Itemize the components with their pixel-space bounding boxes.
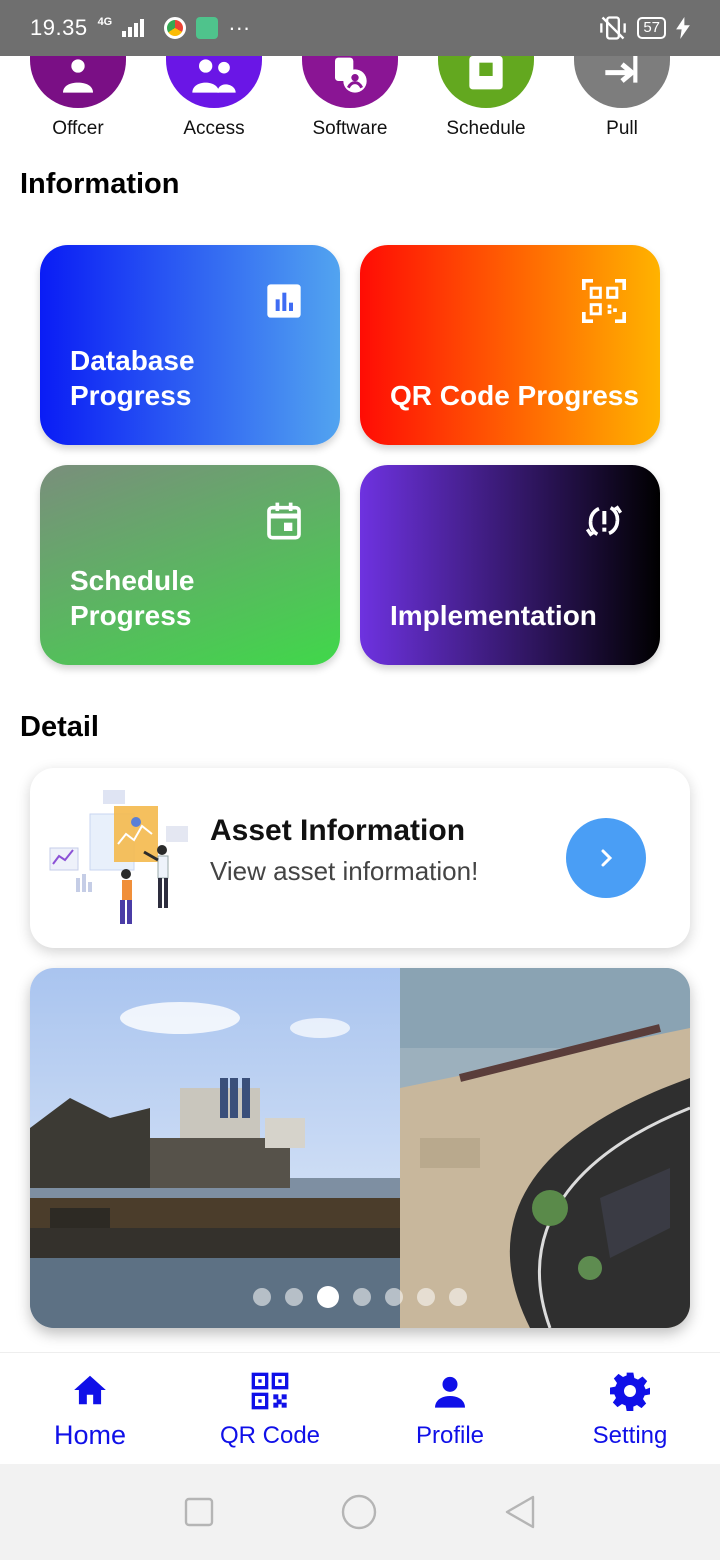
carousel-dot-active[interactable]	[317, 1286, 339, 1308]
back-system-button[interactable]	[503, 1494, 537, 1530]
schedule-progress-card[interactable]: Schedule Progress	[40, 465, 340, 665]
gear-icon	[610, 1372, 650, 1411]
battery-level: 57	[637, 17, 666, 39]
asset-open-button[interactable]	[566, 818, 646, 898]
nav-label: QR Code	[219, 1422, 321, 1449]
carousel-dot[interactable]	[253, 1288, 271, 1306]
image-carousel[interactable]	[30, 968, 690, 1328]
card-title: QR Code Progress	[390, 380, 639, 411]
profile-icon	[435, 1376, 465, 1408]
carousel-slide-port-image	[400, 968, 690, 1328]
card-title: Schedule Progress	[70, 565, 195, 631]
nav-qr-code[interactable]: QR Code	[180, 1353, 360, 1464]
carousel-dot[interactable]	[449, 1288, 467, 1306]
qr-code-icon	[251, 1372, 289, 1410]
carousel-indicator	[30, 1286, 690, 1308]
silent-icon	[600, 16, 627, 40]
category-label: Pull	[606, 118, 638, 139]
home-system-button[interactable]	[340, 1493, 378, 1531]
category-label: Access	[183, 118, 245, 139]
sync-problem-icon	[585, 505, 623, 537]
chrome-icon	[164, 17, 187, 39]
card-title: Database Progress	[70, 345, 195, 411]
recent-apps-button[interactable]	[183, 1496, 215, 1528]
asset-title: Asset Information	[210, 814, 466, 847]
nav-home[interactable]: Home	[0, 1353, 180, 1464]
card-title: Implementation	[390, 600, 597, 631]
qr-scan-icon	[582, 279, 626, 323]
system-navigation-bar	[0, 1464, 720, 1560]
qr-code-progress-card[interactable]: QR Code Progress	[360, 245, 660, 445]
charging-icon	[676, 17, 690, 39]
network-type: 4G	[97, 16, 113, 28]
implementation-card[interactable]: Implementation	[360, 465, 660, 665]
section-title-information: Information	[20, 168, 180, 200]
bar-chart-icon	[267, 284, 301, 318]
carousel-dot[interactable]	[353, 1288, 371, 1306]
more-notifications-icon: ···	[228, 15, 251, 40]
carousel-dot[interactable]	[417, 1288, 435, 1306]
bottom-navigation: Home QR Code Profile Setting	[0, 1352, 720, 1464]
home-screen: Offcer Access Software Schedule Pull 19.…	[0, 0, 720, 1560]
nav-label: Profile	[415, 1422, 485, 1449]
carousel-dot[interactable]	[285, 1288, 303, 1306]
nav-label: Home	[53, 1420, 127, 1450]
nav-profile[interactable]: Profile	[360, 1353, 540, 1464]
category-label: Software	[312, 118, 388, 139]
section-title-detail: Detail	[20, 711, 99, 743]
home-icon	[74, 1375, 106, 1405]
nav-setting[interactable]: Setting	[540, 1353, 720, 1464]
carousel-dot[interactable]	[385, 1288, 403, 1306]
database-progress-card[interactable]: Database Progress	[40, 245, 340, 445]
signal-icon	[122, 19, 145, 37]
asset-illustration	[49, 790, 188, 924]
app-notification-icon	[196, 17, 219, 39]
status-time: 19.35	[30, 15, 88, 40]
asset-information-card[interactable]: Asset Information View asset information…	[30, 768, 690, 948]
nav-label: Setting	[592, 1422, 668, 1449]
chevron-right-icon	[601, 849, 613, 867]
category-label: Offcer	[52, 118, 104, 139]
status-bar: 19.35 4G ··· 57	[0, 0, 720, 56]
category-label: Schedule	[446, 118, 526, 139]
calendar-icon	[267, 502, 301, 540]
carousel-slide-ship-image	[30, 968, 400, 1328]
asset-subtitle: View asset information!	[210, 856, 479, 886]
